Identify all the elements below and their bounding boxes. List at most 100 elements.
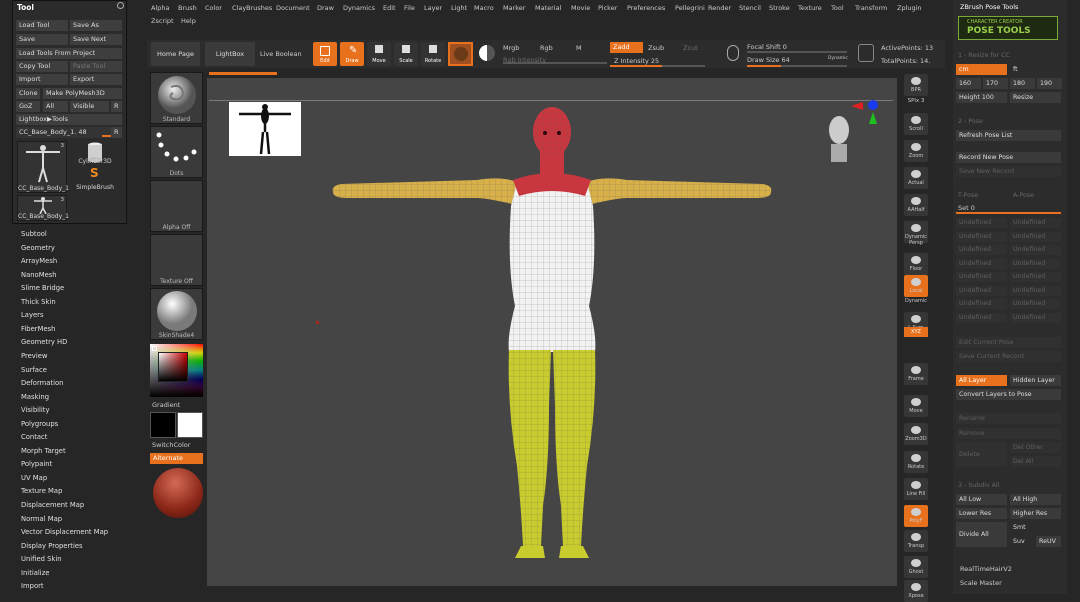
rgb-button[interactable]: Rgb [540,44,553,52]
tool-thumb-body-2[interactable]: 3 CC_Base_Body_1 [17,195,69,221]
tool-thumb-body-1[interactable]: 3 CC_Base_Body_1 [17,141,69,193]
pose-slot-7[interactable]: Undefined [956,258,1007,269]
tool-btn-all[interactable]: All [43,101,68,112]
scroll-button[interactable]: Scroll [904,113,928,135]
delete-button[interactable]: Delete [956,442,1007,467]
suv-toggle[interactable]: Suv [1010,536,1034,547]
menu-item-macro[interactable]: Macro [474,4,494,12]
tool-submenu-layers[interactable]: Layers [21,311,44,319]
realtime-hair-plugin[interactable]: RealTimeHairV2 [960,565,1012,573]
tool-submenu-preview[interactable]: Preview [21,352,47,360]
move-button[interactable]: Move [904,395,928,417]
frame-button[interactable]: Frame [904,363,928,385]
convert-layers-button[interactable]: Convert Layers to Pose [956,389,1061,400]
alternate-button[interactable]: Alternate [150,453,203,464]
tool-submenu-polygroups[interactable]: Polygroups [21,420,58,428]
tool-submenu-uv-map[interactable]: UV Map [21,474,47,482]
tool-submenu-visibility[interactable]: Visibility [21,406,50,414]
scale-button[interactable]: Scale [394,42,418,66]
m-button[interactable]: M [576,44,582,52]
height-190-button[interactable]: 190 [1037,78,1062,89]
main-color-swatch[interactable] [150,412,176,438]
actual-button[interactable]: Actual [904,167,928,189]
height-160-button[interactable]: 160 [956,78,981,89]
menu-item-picker[interactable]: Picker [598,4,617,12]
dynamic-persp-button[interactable]: Dynamic Persp [904,221,928,246]
pose-slot-1[interactable]: Undefined [956,218,1007,228]
pose-slot-5[interactable]: Undefined [956,245,1007,255]
menu-item-texture[interactable]: Texture [798,4,822,12]
pose-slot-3[interactable]: Undefined [956,231,1007,242]
height-180-button[interactable]: 180 [1010,78,1035,89]
texture-toggle-icon[interactable] [479,45,495,61]
tool-submenu-vector-displacement-map[interactable]: Vector Displacement Map [21,528,108,536]
menu-item-draw[interactable]: Draw [317,4,334,12]
tool-btn-make-polymesh3d[interactable]: Make PolyMesh3D [43,88,122,99]
set-slider[interactable] [956,212,1061,214]
pose-slot-14[interactable]: Undefined [1010,299,1061,309]
floor-button[interactable]: Floor [904,253,928,275]
menu-item-material[interactable]: Material [535,4,561,12]
hidden-layer-button[interactable]: Hidden Layer [1010,375,1061,386]
axis-gizmo[interactable] [849,98,879,130]
save-current-record-button[interactable]: Save Current Record [956,351,1061,362]
tool-btn-import[interactable]: Import [16,74,68,85]
zoom-button[interactable]: Zoom [904,140,928,162]
dynamic-label[interactable]: Dynamic [900,298,932,304]
tool-submenu-nanomesh[interactable]: NanoMesh [21,271,57,279]
tool-btn-clone[interactable]: Clone [16,88,40,99]
menu-item-dynamics[interactable]: Dynamics [343,4,375,12]
tool-submenu-masking[interactable]: Masking [21,393,49,401]
height-slider[interactable]: Height 100 [956,92,1007,103]
remove-button[interactable]: Remove [956,428,1061,439]
tool-submenu-displacement-map[interactable]: Displacement Map [21,501,84,509]
tool-submenu-normal-map[interactable]: Normal Map [21,515,62,523]
pose-slot-2[interactable]: Undefined [1010,218,1061,228]
switch-color-button[interactable]: SwitchColor [152,441,190,449]
all-low-button[interactable]: All Low [956,494,1007,505]
xyz-button[interactable]: XYZ [904,327,928,337]
menu-item-help[interactable]: Help [181,17,196,25]
unit-cm-button[interactable]: cm [956,64,1007,75]
move-button[interactable]: Move [367,42,391,66]
tool-btn-r[interactable]: R [111,101,122,112]
edit-button[interactable]: Edit [313,42,337,66]
xpose-button[interactable]: Xpose [904,580,928,602]
unit-ft-button[interactable]: ft [1010,64,1061,75]
pose-slot-6[interactable]: Undefined [1010,245,1061,255]
tool-btn-copy-tool[interactable]: Copy Tool [16,61,68,72]
divide-all-button[interactable]: Divide All [956,522,1007,547]
zcut-button[interactable]: Zcut [683,44,698,52]
tool-submenu-surface[interactable]: Surface [21,366,47,374]
tool-btn-save-as[interactable]: Save As [70,20,122,31]
tool-submenu-display-properties[interactable]: Display Properties [21,542,83,550]
zoom3d-button[interactable]: Zoom3D [904,423,928,445]
tool-submenu-arraymesh[interactable]: ArrayMesh [21,257,57,265]
material-quick-button[interactable] [448,42,473,66]
menu-item-pellegrini[interactable]: Pellegrini [675,4,705,12]
character-model[interactable] [327,106,777,586]
tool-btn-lightbox-tools[interactable]: Lightbox▶Tools [16,114,122,125]
menu-item-stencil[interactable]: Stencil [739,4,761,12]
menu-item-transform[interactable]: Transform [855,4,887,12]
menu-item-alpha[interactable]: Alpha [151,4,169,12]
menu-item-render[interactable]: Render [708,4,731,12]
tool-btn-goz[interactable]: GoZ [16,101,40,112]
transp-button[interactable]: Transp [904,530,928,552]
save-new-record-button[interactable]: Save New Record [956,166,1061,177]
dynamic-size-button[interactable]: Dynamic [828,56,848,61]
tool-submenu-import[interactable]: Import [21,582,44,590]
tool-thumb-cylinder[interactable]: Cylinder3D S SimpleBrush [70,141,120,193]
tool-submenu-subtool[interactable]: Subtool [21,230,47,238]
tool-btn-load-tool[interactable]: Load Tool [16,20,68,31]
aahalf-button[interactable]: AAHalf [904,194,928,216]
focal-shift-slider[interactable] [747,51,847,53]
bpr-button[interactable]: BPR [904,74,928,96]
tool-btn-load-tools-from-project[interactable]: Load Tools From Project [16,48,122,59]
lower-res-button[interactable]: Lower Res [956,508,1007,519]
pose-slot-11[interactable]: Undefined [956,285,1007,296]
tool-submenu-texture-map[interactable]: Texture Map [21,487,62,495]
draw-size-slider[interactable] [747,65,847,67]
pose-slot-12[interactable]: Undefined [1010,285,1061,296]
zsub-button[interactable]: Zsub [648,44,664,52]
